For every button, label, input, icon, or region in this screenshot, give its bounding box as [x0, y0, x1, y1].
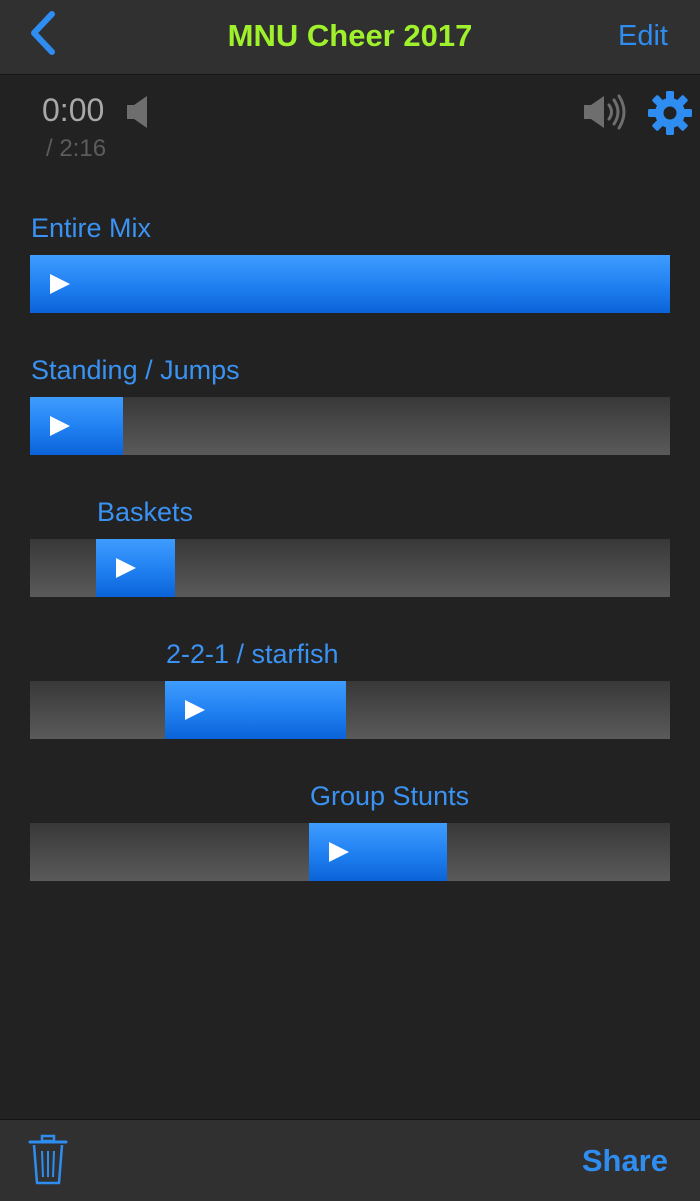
page-title: MNU Cheer 2017 [227, 18, 473, 53]
speaker-low-icon [127, 96, 147, 128]
segment-clip-play-button[interactable] [165, 681, 346, 739]
total-time: / 2:16 [46, 135, 107, 162]
delete-button[interactable] [28, 1134, 68, 1186]
share-button[interactable]: Share [582, 1140, 668, 1182]
segment-track-baskets [30, 539, 670, 597]
gear-icon [648, 91, 692, 135]
play-icon [50, 274, 70, 294]
segment-track-standing-jumps [30, 397, 670, 455]
trash-icon [28, 1134, 68, 1185]
play-icon [185, 700, 205, 720]
segment-track-group-stunts [30, 823, 670, 881]
segment-label-2-2-1-starfish: 2-2-1 / starfish [166, 639, 339, 669]
segment-label-group-stunts: Group Stunts [310, 781, 470, 811]
speaker-high-icon [584, 94, 626, 130]
segment-clip-play-button[interactable] [309, 823, 447, 881]
segment-clip-play-button[interactable] [30, 255, 670, 313]
segment-clip-play-button[interactable] [96, 539, 175, 597]
segment-label-baskets: Baskets [97, 497, 194, 527]
nav-bar: MNU Cheer 2017 Edit [0, 0, 700, 75]
play-icon [329, 842, 349, 862]
segment-track-entire-mix [30, 255, 670, 313]
segment-label-entire-mix: Entire Mix [31, 213, 152, 243]
play-icon [50, 416, 70, 436]
segment-label-standing-jumps: Standing / Jumps [31, 355, 240, 385]
chevron-left-icon [31, 11, 55, 55]
bottom-toolbar: Share [0, 1119, 700, 1201]
segment-clip-play-button[interactable] [30, 397, 123, 455]
settings-button[interactable] [647, 90, 693, 136]
back-button[interactable] [20, 8, 70, 58]
segment-track-2-2-1-starfish [30, 681, 670, 739]
edit-button[interactable]: Edit [618, 14, 668, 58]
current-time: 0:00 [42, 92, 105, 128]
play-icon [116, 558, 136, 578]
